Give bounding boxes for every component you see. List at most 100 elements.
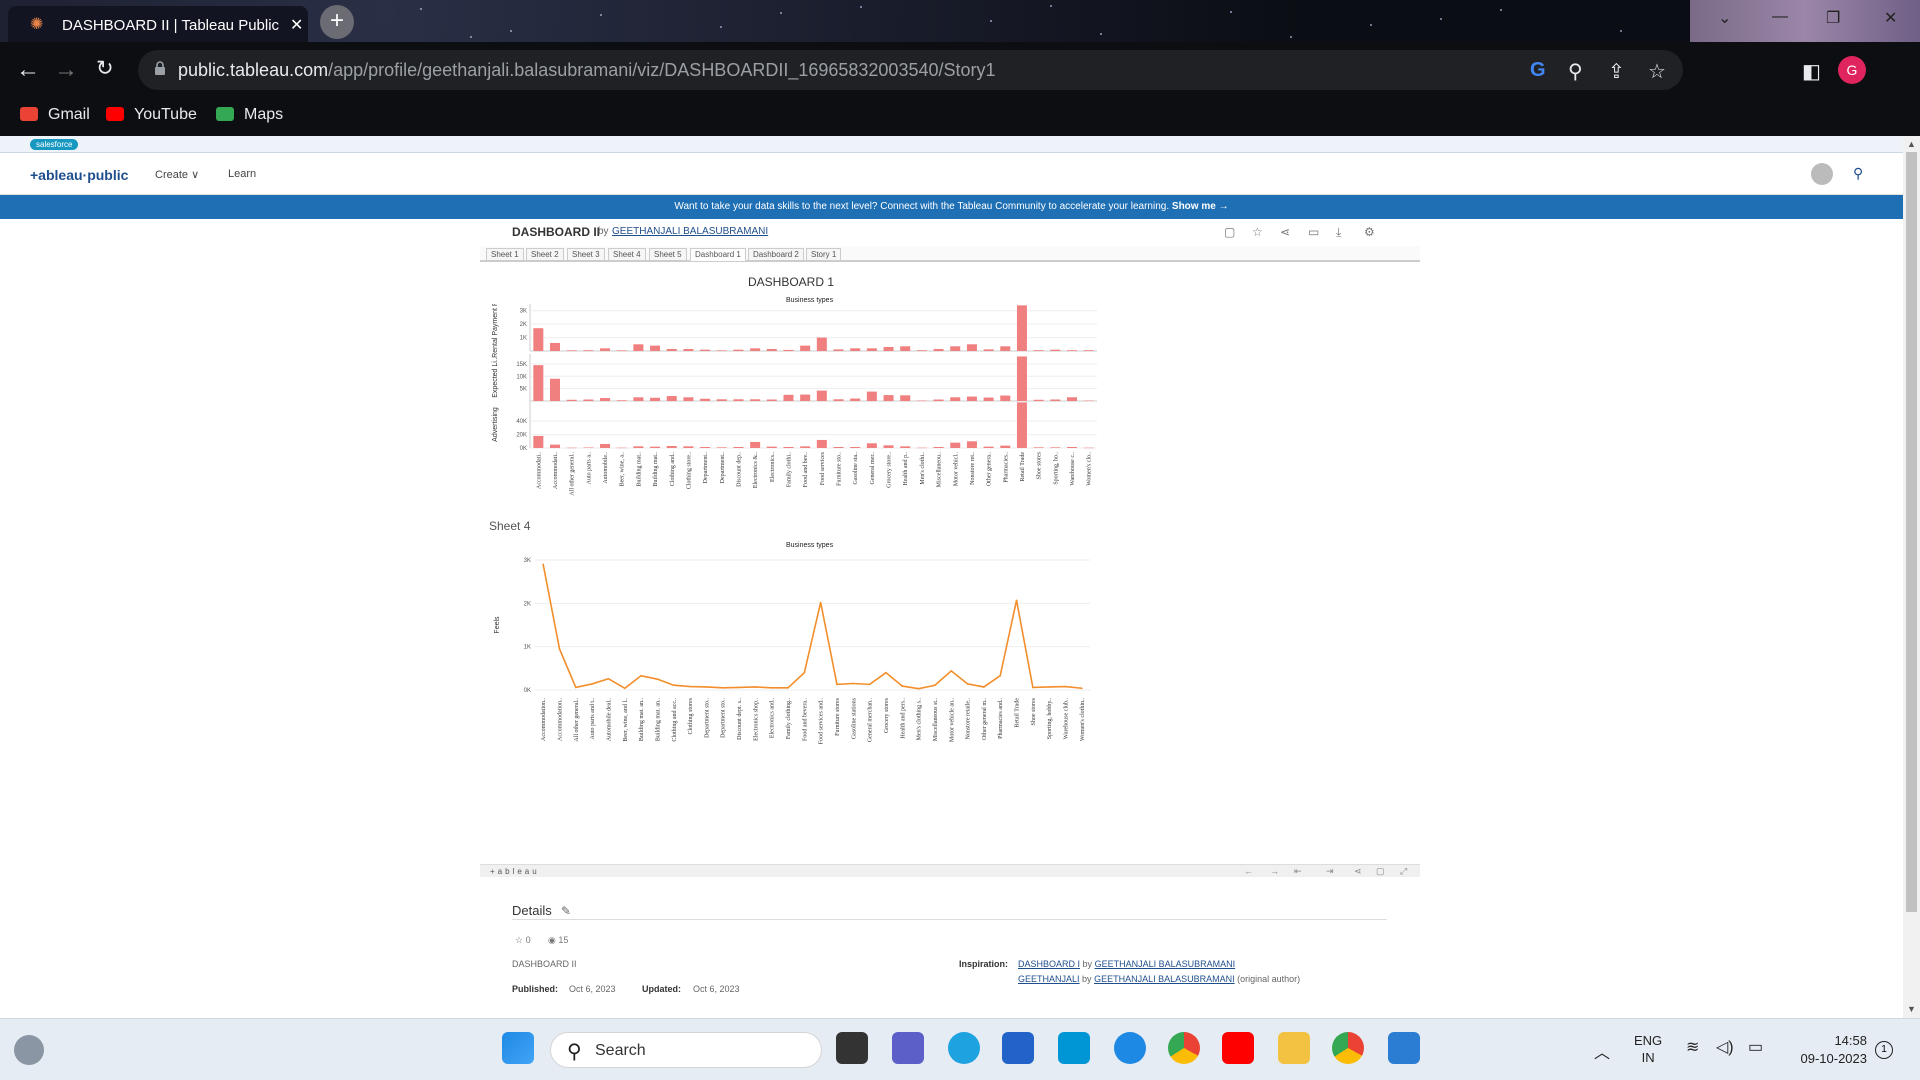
bar (850, 446, 861, 448)
scroll-up-icon[interactable]: ▲ (1907, 139, 1916, 149)
tab-dashboard-1[interactable]: Dashboard 1 (690, 248, 746, 261)
fullscreen-icon[interactable]: ⤢ (1400, 866, 1407, 877)
wifi-icon[interactable]: ≋ (1686, 1037, 1699, 1057)
bookmark-star-icon[interactable]: ☆ (1648, 59, 1666, 84)
tray-expand-icon[interactable]: ︿ (1594, 1039, 1610, 1063)
close-window-icon[interactable]: ✕ (1884, 8, 1897, 28)
back-icon[interactable]: ← (16, 56, 40, 84)
page-scrollbar[interactable]: ▲ ▼ (1903, 136, 1920, 1018)
browser-tab[interactable]: ✺ DASHBOARD II | Tableau Public ✕ (8, 6, 308, 42)
youtube-icon (106, 107, 124, 121)
inspiration-author-link[interactable]: GEETHANJALI BALASUBRAMANI (1095, 959, 1236, 969)
tab-story-1[interactable]: Story 1 (806, 248, 842, 261)
edge-icon[interactable] (948, 1032, 980, 1064)
salesforce-logo[interactable]: salesforce (30, 139, 79, 150)
pause-icon[interactable]: ⇥ (1326, 866, 1334, 877)
user-avatar-icon[interactable] (1811, 163, 1833, 185)
x-tick-label: Pharmacies.. (1003, 452, 1009, 483)
inspiration-viz-link[interactable]: DASHBOARD I (1018, 959, 1080, 969)
file-explorer-icon[interactable] (1278, 1032, 1310, 1064)
tab-sheet-2[interactable]: Sheet 2 (526, 248, 564, 261)
clock[interactable]: 14:58 09-10-2023 (1782, 1032, 1868, 1068)
bookmark-gmail[interactable]: Gmail (20, 106, 90, 124)
volume-icon[interactable]: ◁) (1716, 1037, 1734, 1057)
weather-icon[interactable] (14, 1035, 44, 1065)
photos-icon[interactable] (1388, 1032, 1420, 1064)
x-tick-label: Gasoline stations (851, 697, 857, 739)
tab-sheet-3[interactable]: Sheet 3 (567, 248, 605, 261)
undo-icon[interactable]: ← (1244, 866, 1253, 876)
sheet4-title: Sheet 4 (489, 519, 531, 533)
y-tick-label: 3K (520, 309, 527, 315)
gmail-icon (20, 107, 38, 121)
viz-author-link[interactable]: GEETHANJALI BALASUBRAMANI (612, 226, 768, 237)
favorite-star-icon[interactable]: ☆ (1252, 225, 1263, 239)
language-indicator[interactable]: ENG IN (1634, 1032, 1662, 1066)
address-bar[interactable]: public.tableau.com/app/profile/geethanja… (138, 50, 1683, 90)
inspiration-line-2: GEETHANJALI by GEETHANJALI BALASUBRAMANI… (1018, 974, 1301, 984)
close-tab-icon[interactable]: ✕ (290, 15, 303, 35)
chrome-icon[interactable] (1168, 1032, 1200, 1064)
bookmark-youtube[interactable]: YouTube (106, 106, 197, 124)
windows-start-icon[interactable] (502, 1032, 534, 1064)
comment-footer-icon[interactable]: ▢ (1376, 866, 1385, 877)
google-lens-icon[interactable]: G (1530, 59, 1546, 82)
restore-icon[interactable]: ❐ (1826, 8, 1840, 28)
teams-icon[interactable] (892, 1032, 924, 1064)
taskbar-search[interactable]: ⚲ Search (550, 1032, 822, 1068)
help-icon[interactable] (1114, 1032, 1146, 1064)
scroll-down-icon[interactable]: ▼ (1907, 1004, 1916, 1014)
search-icon[interactable]: ⚲ (1853, 165, 1863, 182)
line-chart[interactable]: Feels 3K 2K 1K 0K Accommodation.. Accommodatio… (485, 550, 1100, 760)
tab-sheet-4[interactable]: Sheet 4 (608, 248, 646, 261)
tab-search-icon[interactable]: ⌄ (1718, 8, 1731, 28)
minimize-icon[interactable]: — (1772, 8, 1788, 26)
store-icon[interactable] (1002, 1032, 1034, 1064)
battery-icon[interactable]: ▭ (1748, 1037, 1763, 1057)
original-viz-link[interactable]: GEETHANJALI (1018, 974, 1080, 984)
tableau-favicon-icon: ✺ (30, 16, 44, 33)
settings-gear-icon[interactable]: ⚙ (1364, 225, 1375, 239)
banner-link[interactable]: Show me → (1172, 201, 1229, 212)
original-author-link[interactable]: GEETHANJALI BALASUBRAMANI (1094, 974, 1235, 984)
data-point (591, 683, 593, 685)
reload-icon[interactable]: ↻ (96, 56, 114, 81)
share-footer-icon[interactable]: ⋖ (1354, 866, 1362, 877)
x-tick-label: Family clothi.. (786, 452, 792, 488)
bookmark-maps[interactable]: Maps (216, 106, 283, 124)
x-tick-label: Grocery store.. (887, 452, 893, 488)
chrome-profile-icon[interactable] (1332, 1032, 1364, 1064)
tab-sheet-1[interactable]: Sheet 1 (486, 248, 524, 261)
task-view-icon[interactable] (836, 1032, 868, 1064)
data-point (852, 682, 855, 685)
hp-icon[interactable] (1058, 1032, 1090, 1064)
y-tick-label: 20K (516, 433, 527, 439)
tableau-public-logo[interactable]: +ableau·public (30, 167, 128, 183)
bar-chart[interactable]: Rental Payment R.. 3K 2K 1K Expected Li.. 15K… (485, 304, 1100, 514)
zoom-icon[interactable]: ⚲ (1568, 59, 1583, 84)
bar (700, 446, 711, 448)
forward-icon[interactable]: → (54, 56, 78, 84)
new-tab-button[interactable]: + (320, 5, 354, 39)
redo-icon[interactable]: → (1270, 866, 1279, 876)
revert-icon[interactable]: ⇤ (1294, 866, 1302, 877)
x-tick-label: Warehouse c.. (1070, 452, 1076, 486)
share-icon[interactable]: ⇪ (1608, 59, 1625, 84)
scroll-thumb[interactable] (1906, 152, 1917, 912)
edit-pencil-icon[interactable]: ✎ (561, 904, 571, 918)
bar (650, 345, 661, 351)
nav-create[interactable]: Create ∨ (155, 168, 199, 181)
profile-avatar[interactable]: G (1838, 56, 1866, 84)
download-icon[interactable]: ⤓ (1336, 225, 1341, 240)
nav-learn[interactable]: Learn (228, 168, 256, 180)
side-panel-icon[interactable]: ◧ (1802, 59, 1821, 84)
tab-dashboard-2[interactable]: Dashboard 2 (748, 248, 804, 261)
youtube-app-icon[interactable] (1222, 1032, 1254, 1064)
embed-icon[interactable]: ▭ (1308, 225, 1319, 239)
comment-icon[interactable]: ▢ (1224, 225, 1235, 239)
tab-sheet-5[interactable]: Sheet 5 (649, 248, 687, 261)
notification-badge[interactable]: 1 (1875, 1041, 1893, 1059)
share-icon[interactable]: ⋖ (1280, 225, 1290, 239)
tableau-footer-logo[interactable]: +ableau (490, 867, 540, 876)
x-tick-label: Electronics shop.. (753, 698, 759, 741)
